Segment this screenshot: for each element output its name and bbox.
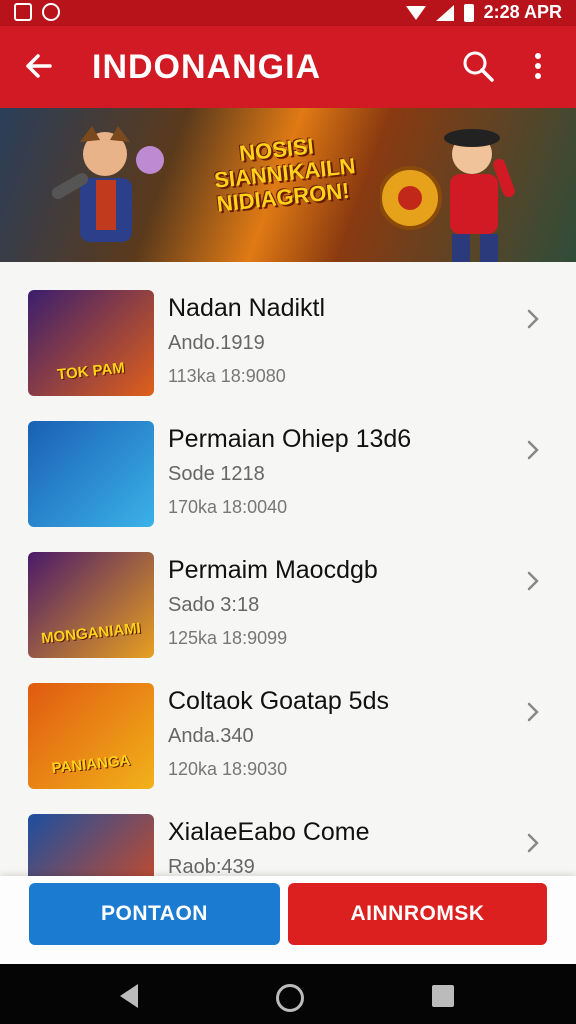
nav-home-icon[interactable] bbox=[276, 984, 304, 1012]
game-thumbnail-image: MONGANIAMI bbox=[28, 552, 154, 658]
game-meta: 120ka 18:9030 bbox=[168, 759, 288, 779]
game-thumbnail-text: MONGANIAMI bbox=[40, 619, 142, 648]
game-thumbnail-image: PANIANGA bbox=[28, 683, 154, 789]
promo-banner[interactable]: NOSISI SIANNIKAILN NIDIAGRON! bbox=[0, 108, 576, 262]
game-thumbnail-text: TOK PAM bbox=[56, 359, 126, 384]
status-time: 2:28 APR bbox=[483, 2, 562, 22]
game-meta: 113ka 18:9080 bbox=[168, 366, 286, 386]
status-right: 2:28 APR bbox=[405, 2, 562, 23]
game-subtitle: Sado 3:18 bbox=[168, 594, 260, 616]
bottom-action-bar: PONTAON AINNROMSK bbox=[0, 876, 576, 964]
game-name: Coltaok Goatap 5ds bbox=[168, 687, 389, 715]
chevron-right-icon[interactable] bbox=[522, 439, 544, 461]
game-name: Permaim Maocdgb bbox=[168, 556, 378, 584]
more-vertical-icon[interactable] bbox=[526, 48, 550, 84]
game-subtitle: Ando.1919 bbox=[168, 332, 265, 354]
camera-icon bbox=[42, 3, 60, 21]
app-bar: INDONANGIA bbox=[0, 26, 576, 108]
wifi-icon bbox=[405, 5, 426, 20]
secondary-button[interactable]: AINNROMSK bbox=[288, 883, 547, 945]
search-icon[interactable] bbox=[460, 48, 496, 84]
chevron-right-icon[interactable] bbox=[522, 832, 544, 854]
list-item[interactable]: TOK PAM Nadan Nadiktl Ando.1919 113ka 18:90… bbox=[0, 262, 576, 396]
nav-recent-icon[interactable] bbox=[432, 985, 454, 1007]
game-subtitle: Anda.340 bbox=[168, 725, 254, 747]
game-list: TOK PAM Nadan Nadiktl Ando.1919 113ka 18:90… bbox=[0, 262, 576, 876]
battery-icon bbox=[463, 3, 474, 22]
game-thumbnail-image bbox=[28, 814, 154, 876]
chevron-right-icon[interactable] bbox=[522, 701, 544, 723]
game-meta: 125ka 18:9099 bbox=[168, 628, 288, 648]
game-thumbnail-text: PANIANGA bbox=[50, 751, 132, 778]
banner-title: NOSISI SIANNIKAILN NIDIAGRON! bbox=[211, 131, 357, 216]
list-item[interactable]: MONGANIAMI Permaim Maocdgb Sado 3:18 125ka … bbox=[0, 524, 576, 658]
game-name: Nadan Nadiktl bbox=[168, 294, 326, 322]
primary-button[interactable]: PONTAON bbox=[29, 883, 280, 945]
nav-back-icon[interactable] bbox=[120, 984, 138, 1008]
game-thumbnail-text bbox=[28, 504, 153, 517]
game-name: XialaeEabo Come bbox=[168, 818, 370, 846]
hero-character-left-image bbox=[51, 126, 164, 242]
list-item[interactable]: Permaian Ohiep 13d6 Sode 1218 170ka 18:004… bbox=[0, 393, 576, 527]
list-item[interactable]: PANIANGA Coltaok Goatap 5ds Anda.340 120ka … bbox=[0, 655, 576, 789]
page-title: INDONANGIA bbox=[92, 48, 322, 86]
hero-character-right-image bbox=[380, 129, 515, 262]
game-subtitle: Sode 1218 bbox=[168, 463, 265, 485]
game-thumbnail-image bbox=[28, 421, 154, 527]
chevron-right-icon[interactable] bbox=[522, 570, 544, 592]
status-left-icons bbox=[14, 3, 60, 21]
signal-icon bbox=[435, 4, 454, 21]
game-name: Permaian Ohiep 13d6 bbox=[168, 425, 412, 453]
chevron-right-icon[interactable] bbox=[522, 308, 544, 330]
arrow-left-icon[interactable] bbox=[20, 46, 60, 86]
status-bar: 2:28 APR bbox=[0, 0, 576, 26]
gallery-icon bbox=[14, 3, 32, 21]
game-subtitle: Raob:439 bbox=[168, 856, 255, 876]
game-meta: 170ka 18:0040 bbox=[168, 497, 288, 517]
system-nav-bar bbox=[0, 964, 576, 1024]
list-item[interactable]: XialaeEabo Come Raob:439 bbox=[0, 786, 576, 876]
game-thumbnail-image: TOK PAM bbox=[28, 290, 154, 396]
